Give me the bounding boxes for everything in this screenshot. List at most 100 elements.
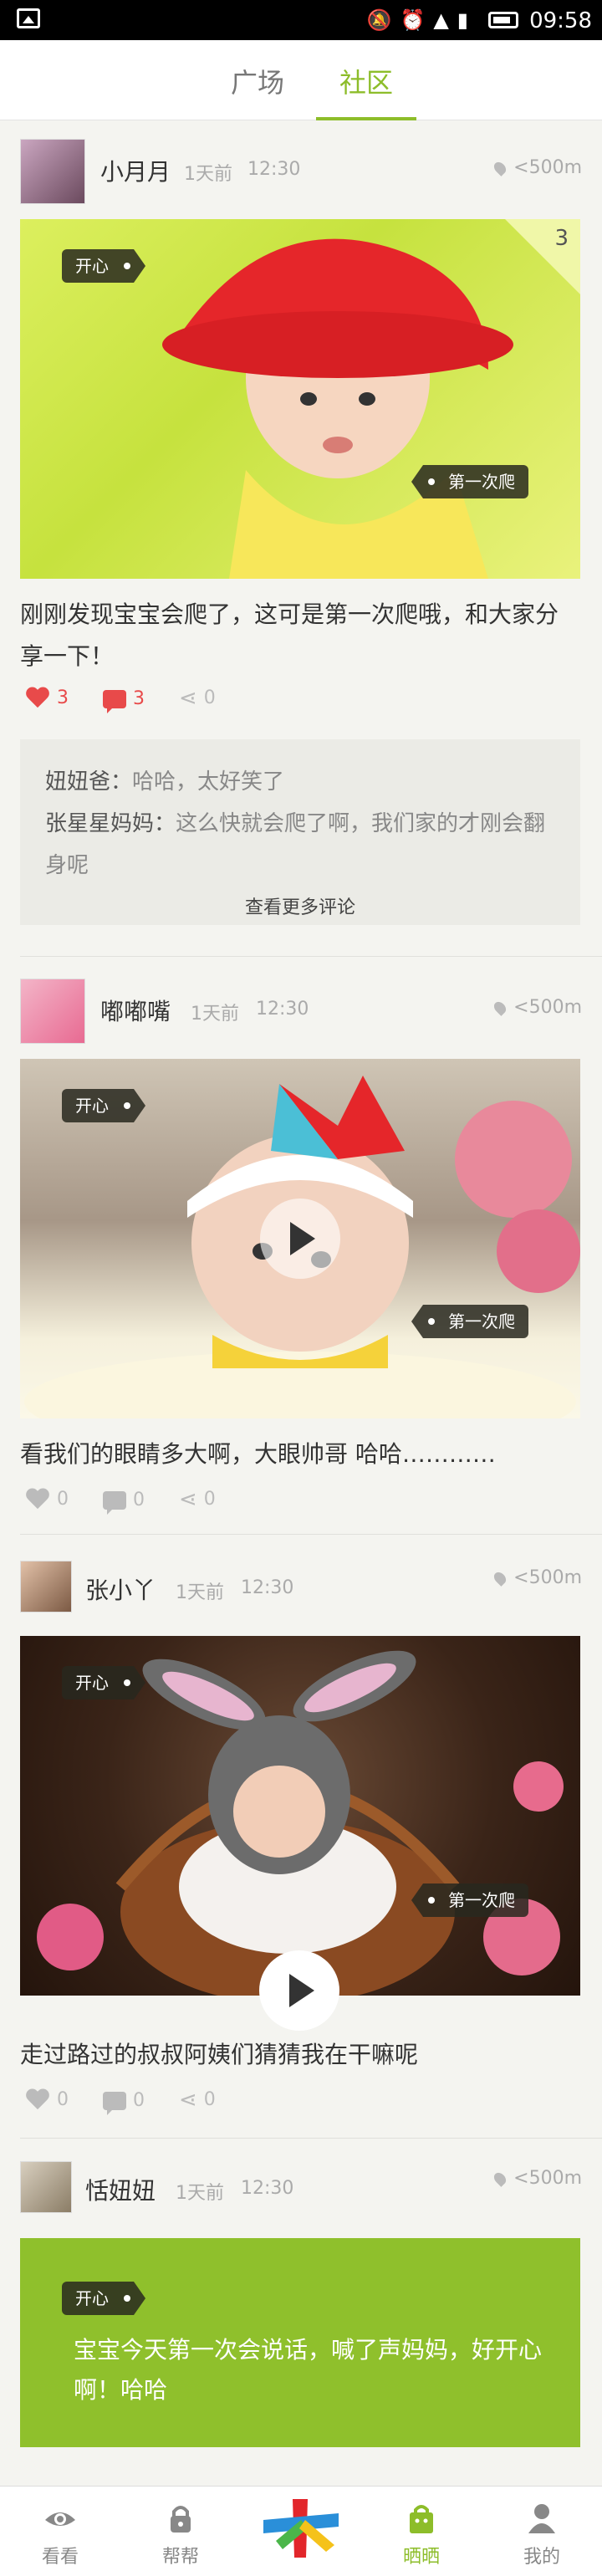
comment-count: 0: [133, 1489, 145, 1510]
person-icon: [528, 2504, 555, 2533]
post-photo[interactable]: 开心 第一次爬: [20, 1636, 580, 1996]
like-button[interactable]: 3: [25, 687, 69, 709]
comment-icon: [103, 689, 126, 713]
post-caption: 刚刚发现宝宝会爬了，这可是第一次爬哦，和大家分享一下！: [20, 601, 559, 670]
photo-count-badge: 3: [505, 219, 580, 294]
comment-count: 0: [133, 2089, 145, 2111]
post-header: 恬妞妞 1天前 12:30 <500m: [0, 2139, 602, 2231]
location-pin-icon: [492, 2170, 509, 2187]
nav-share[interactable]: 晒晒: [361, 2487, 482, 2576]
share-button[interactable]: ⋖ 0: [179, 2088, 216, 2113]
gallery-icon: [17, 8, 40, 28]
post-actions: 0 0 ⋖ 0: [25, 1487, 244, 1521]
play-icon: [290, 1222, 315, 1255]
username[interactable]: 小月月: [100, 154, 171, 187]
comment-user[interactable]: 妞妞爸：: [45, 769, 132, 795]
location-pin-icon: [492, 1570, 509, 1587]
tab-community[interactable]: 社区: [316, 62, 416, 120]
share-button[interactable]: ⋖ 0: [179, 686, 216, 711]
comment-item: 妞妞爸：哈哈，太好笑了: [45, 761, 555, 803]
play-button[interactable]: [259, 1950, 339, 2031]
text-post-card[interactable]: 开心 宝宝今天第一次会说话，喊了声妈妈，好开心啊！哈哈: [20, 2238, 580, 2447]
mood-tag-label: 开心: [75, 256, 109, 276]
play-icon: [289, 1974, 314, 2007]
comment-button[interactable]: 0: [103, 1489, 145, 1515]
username[interactable]: 恬妞妞: [85, 2173, 156, 2206]
eye-icon: [45, 2512, 75, 2526]
avatar[interactable]: [20, 2161, 72, 2213]
share-icon: ⋖: [179, 686, 197, 711]
comment-button[interactable]: 3: [103, 687, 145, 713]
heart-icon: [25, 1489, 50, 1510]
post-actions: 3 3 ⋖ 0: [25, 686, 244, 719]
share-count: 0: [203, 2089, 216, 2110]
post-divider: [20, 956, 602, 957]
post-card: 张小丫 1天前 12:30 <500m 开心 第一次爬 走过路过的叔叔阿姨们猜猜…: [0, 1539, 602, 2139]
post-time: 12:30: [241, 1577, 294, 1598]
like-count: 0: [57, 2089, 69, 2110]
milestone-tag: 第一次爬: [411, 1305, 528, 1338]
nav-look-label: 看看: [41, 2547, 79, 2568]
post-photo[interactable]: 开心 第一次爬: [20, 1059, 580, 1418]
post-when: 1天前: [176, 1582, 224, 1603]
avatar[interactable]: [20, 139, 85, 204]
mood-tag: 开心: [62, 1666, 145, 1699]
like-button[interactable]: 0: [25, 2089, 69, 2111]
nav-help[interactable]: 帮帮: [120, 2487, 241, 2576]
share-count: 0: [203, 687, 216, 708]
mood-tag-label: 开心: [75, 1673, 109, 1693]
milestone-tag: 第一次爬: [411, 1883, 528, 1917]
distance: <500m: [492, 157, 582, 178]
post-header: 张小丫 1天前 12:30 <500m: [0, 1539, 602, 1631]
comment-icon: [103, 1490, 126, 1515]
username[interactable]: 张小丫: [85, 1572, 156, 1606]
post-card: 恬妞妞 1天前 12:30 <500m 开心 宝宝今天第一次会说话，喊了声妈妈，…: [0, 2139, 602, 2482]
share-button[interactable]: ⋖ 0: [179, 1487, 216, 1512]
location-pin-icon: [492, 160, 509, 176]
text-post-body: 宝宝今天第一次会说话，喊了声妈妈，好开心啊！哈哈: [74, 2336, 543, 2404]
heart-icon: [25, 687, 50, 709]
distance: <500m: [492, 997, 582, 1018]
distance: <500m: [492, 2168, 582, 2189]
lock-icon: [171, 2506, 191, 2533]
comment-item: 张星星妈妈：这么快就会爬了啊，我们家的才刚会翻身呢: [45, 803, 555, 887]
nav-home-logo[interactable]: [241, 2487, 361, 2576]
nav-mine[interactable]: 我的: [482, 2487, 602, 2576]
like-count: 0: [57, 1489, 69, 1510]
status-icons: 🔕⏰▲▮: [366, 8, 477, 32]
distance-text: <500m: [513, 1567, 582, 1588]
comment-user[interactable]: 张星星妈妈：: [45, 811, 176, 836]
distance-text: <500m: [513, 157, 582, 178]
bottom-nav: 看看 帮帮 晒晒 我的: [0, 2486, 602, 2576]
nav-look[interactable]: 看看: [0, 2487, 120, 2576]
post-header: 小月月 1天前 12:30 <500m: [0, 120, 602, 212]
play-button[interactable]: [260, 1199, 340, 1279]
mood-tag: 开心: [62, 249, 145, 283]
avatar[interactable]: [20, 979, 85, 1044]
tab-square[interactable]: 广场: [207, 62, 308, 120]
distance-text: <500m: [513, 997, 582, 1018]
comment-button[interactable]: 0: [103, 2089, 145, 2115]
share-icon: ⋖: [179, 1487, 197, 1512]
nav-help-label: 帮帮: [161, 2547, 199, 2568]
post-when: 1天前: [191, 1004, 239, 1025]
avatar[interactable]: [20, 1561, 72, 1613]
battery-icon: [488, 12, 518, 28]
post-photo[interactable]: 开心 第一次爬 3: [20, 219, 580, 579]
post-card: 嘟嘟嘴 1天前 12:30 <500m 开心 第一次爬 看我们的眼睛多大啊，大眼…: [0, 960, 602, 1536]
like-button[interactable]: 0: [25, 1489, 69, 1510]
nav-mine-label: 我的: [523, 2547, 560, 2568]
status-bar: 🔕⏰▲▮ 09:58: [0, 0, 602, 40]
mood-tag-label: 开心: [75, 1096, 109, 1116]
milestone-tag-label: 第一次爬: [448, 472, 515, 492]
app-logo-icon: [263, 2499, 339, 2558]
post-time: 12:30: [241, 2178, 294, 2199]
more-comments-link[interactable]: 查看更多评论: [45, 892, 555, 925]
mood-tag-label: 开心: [75, 2288, 109, 2308]
comment-count: 3: [133, 687, 145, 709]
username[interactable]: 嘟嘟嘴: [100, 994, 171, 1027]
mood-tag: 开心: [62, 1089, 145, 1122]
post-divider: [20, 1534, 602, 1535]
comment-text: 哈哈，太好笑了: [132, 769, 285, 795]
heart-icon: [25, 2089, 50, 2111]
